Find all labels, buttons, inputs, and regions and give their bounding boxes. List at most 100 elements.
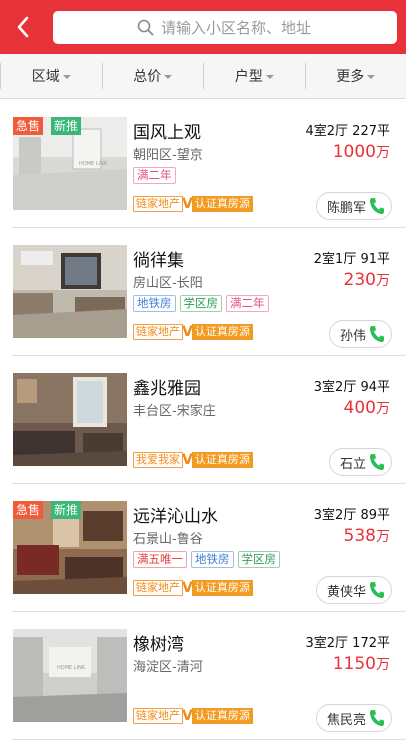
call-agent-button[interactable]: 孙伟 [328,320,392,348]
agency-badge: 链家地产 V 认证真房源 [133,580,253,596]
listing-specs: 4室2厅 227平 [305,124,391,139]
listing-item[interactable]: 鑫兆雅园 丰台区-宋家庄 3室2厅 94平 400万 我爱我家 V 认证真房源 石立 [0,356,406,484]
svg-text:HOME LINK: HOME LINK [57,665,86,671]
listing-tags: 满二年 [133,167,176,184]
listing-item[interactable]: HOME LINK 橡树湾 海淀区-清河 3室2厅 172平 1150万 链家地… [0,612,406,740]
listing-photo [13,245,127,338]
price-unit: 万 [376,401,390,417]
agent-name: 陈鹏军 [326,200,366,216]
call-agent-button[interactable]: 黄侠华 [315,576,392,604]
listing-title: 橡树湾 [133,635,184,655]
listing-tags: 满五唯一 地铁房 学区房 [133,551,280,568]
filter-layout[interactable]: 户型 [203,63,305,89]
listing-district: 丰台区-宋家庄 [133,404,216,419]
agent-name: 焦民亮 [326,712,366,728]
listing-specs: 3室2厅 172平 [305,636,391,651]
verified-label: 认证真房源 [191,324,253,340]
agency-badge: 链家地产 V 认证真房源 [133,324,253,340]
listing-district: 石景山-鲁谷 [133,532,203,547]
search-input[interactable] [161,18,391,37]
listing-price: 230万 [344,270,390,290]
price-value: 230 [343,270,376,290]
filter-more[interactable]: 更多 [304,63,406,89]
call-agent-button[interactable]: 陈鹏军 [315,192,392,220]
listing-district: 朝阳区-望京 [133,148,203,163]
new-badge: 新推 [51,117,82,135]
price-value: 400 [343,398,376,418]
filter-price[interactable]: 总价 [101,63,204,89]
phone-icon [370,582,384,598]
filter-region[interactable]: 区域 [0,63,102,89]
listing-title: 国风上观 [133,123,201,143]
search-box[interactable] [53,11,397,44]
agency-badge: 链家地产 V 认证真房源 [133,708,253,724]
listing-item[interactable]: 急售 新推 远洋沁山水 石景山-鲁谷 满五唯一 地铁房 学区房 3室2厅 89平… [0,484,406,612]
agency-badge: 链家地产 V 认证真房源 [133,196,253,212]
verified-label: 认证真房源 [191,580,253,596]
price-value: 538 [343,526,376,546]
tag: 学区房 [237,551,280,568]
filter-label: 总价 [133,69,162,85]
caret-down-icon [367,75,376,79]
listing-price: 1000万 [333,142,390,162]
filter-label: 户型 [234,69,263,85]
caret-down-icon [265,75,274,79]
call-agent-button[interactable]: 焦民亮 [315,704,392,732]
tag: 满五唯一 [133,551,187,568]
agency-name: 链家地产 [133,196,183,212]
listing-price: 1150万 [333,654,390,674]
price-unit: 万 [376,273,390,289]
agency-name: 链家地产 [133,580,183,596]
agency-name: 链家地产 [133,708,183,724]
listing-photo [13,373,127,466]
tag: 地铁房 [133,295,176,312]
tag: 满二年 [226,295,269,312]
phone-icon [370,326,384,342]
listing-title: 徜徉集 [133,251,184,271]
urgent-badge: 急售 [13,501,44,519]
price-value: 1150 [332,654,376,674]
phone-icon [370,710,384,726]
agent-name: 石立 [339,456,366,472]
tag: 地铁房 [191,551,234,568]
listing-district: 海淀区-清河 [133,660,203,675]
agency-name: 我爱我家 [133,452,183,468]
call-agent-button[interactable]: 石立 [328,448,392,476]
divider [12,739,406,740]
search-icon [137,19,154,36]
listing-item[interactable]: 徜徉集 房山区-长阳 地铁房 学区房 满二年 2室1厅 91平 230万 链家地… [0,228,406,356]
back-button[interactable] [8,10,38,44]
phone-icon [370,198,384,214]
tag: 满二年 [133,167,176,184]
listing-photo: 急售 新推 [13,501,127,594]
listing-district: 房山区-长阳 [133,276,203,291]
svg-text:HOME LINK: HOME LINK [79,161,108,167]
agency-name: 链家地产 [133,324,183,340]
listing-title: 远洋沁山水 [133,507,218,527]
back-arrow-icon [17,16,29,38]
tag: 学区房 [179,295,222,312]
listing-specs: 2室1厅 91平 [313,252,390,267]
filter-label: 更多 [336,69,365,85]
price-value: 1000 [332,142,376,162]
agency-badge: 我爱我家 V 认证真房源 [133,452,253,468]
listing-photo: HOME LINK 急售 新推 [13,117,127,210]
listing-price: 400万 [344,398,390,418]
filter-label: 区域 [31,69,60,85]
price-unit: 万 [376,145,390,161]
listing-specs: 3室2厅 94平 [313,380,390,395]
verified-label: 认证真房源 [191,708,253,724]
listing-specs: 3室2厅 89平 [313,508,390,523]
filter-bar: 区域 总价 户型 更多 [0,54,406,99]
top-bar [0,0,406,54]
verified-label: 认证真房源 [191,196,253,212]
listing-title: 鑫兆雅园 [133,379,201,399]
listing-item[interactable]: HOME LINK 急售 新推 国风上观 朝阳区-望京 满二年 4室2厅 227… [0,100,406,228]
agent-name: 黄侠华 [326,584,366,600]
new-badge: 新推 [51,501,82,519]
caret-down-icon [62,75,71,79]
phone-icon [370,454,384,470]
verified-label: 认证真房源 [191,452,253,468]
listing-tags: 地铁房 学区房 满二年 [133,295,269,312]
price-unit: 万 [376,529,390,545]
